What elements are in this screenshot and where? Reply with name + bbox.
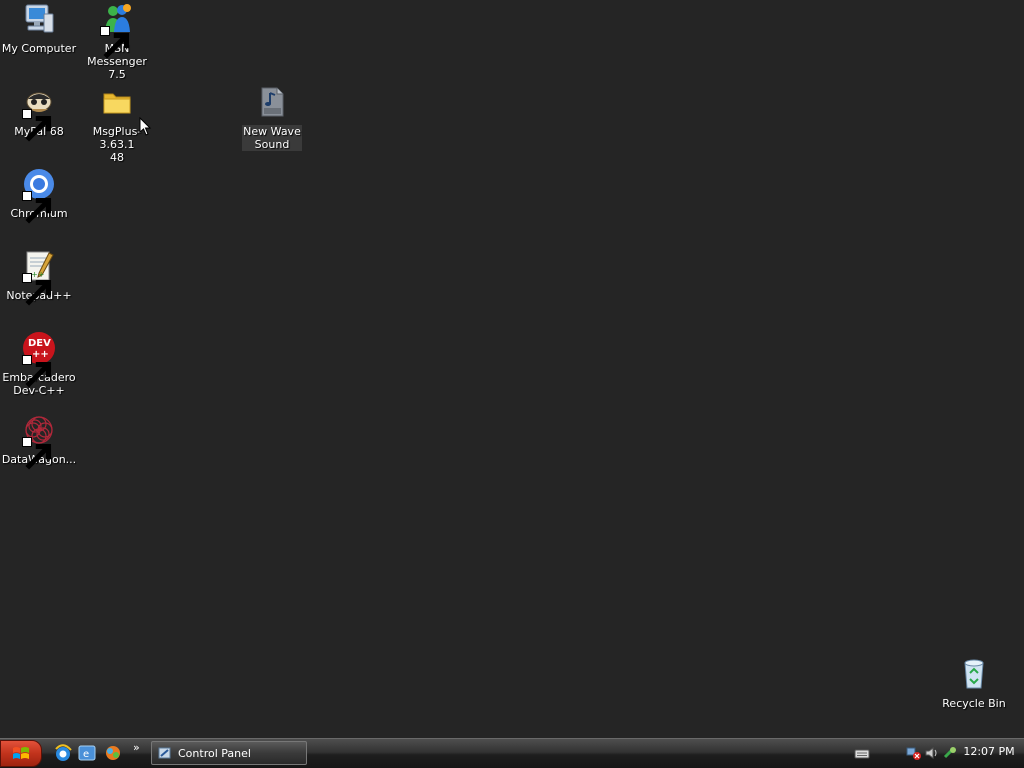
system-clock[interactable]: 12:07 PM <box>960 745 1018 758</box>
start-button[interactable] <box>0 740 42 767</box>
keyboard-tray-icon[interactable] <box>854 743 870 763</box>
mouse-pointer-icon <box>139 117 152 136</box>
internet-explorer-icon <box>55 744 72 761</box>
shortcut-arrow-icon <box>22 355 52 388</box>
desktop-icon-label: Recycle Bin <box>942 697 1006 710</box>
quick-launch-show-desktop[interactable]: e <box>77 743 97 763</box>
desktop-icon-mypal[interactable]: MyPal 68 <box>0 85 78 142</box>
desktop-icon-new-wave-sound[interactable]: New Wave Sound <box>233 85 311 151</box>
wav-file-icon <box>255 85 289 119</box>
desktop-icon-embarcadero-dev-cpp[interactable]: DEV ++ Embarcadero Dev-C++ <box>0 331 78 397</box>
mypal-icon <box>22 85 56 142</box>
show-desktop-icon: e <box>78 745 96 761</box>
desktop-icon-notepad-plus-plus[interactable]: ++ Notepad++ <box>0 249 78 306</box>
svg-text:e: e <box>83 749 89 760</box>
control-panel-icon <box>158 747 171 759</box>
folder-icon <box>100 85 134 119</box>
desktop-icon-label: New Wave Sound <box>242 125 302 151</box>
dev-cpp-icon: DEV ++ <box>22 331 56 388</box>
shortcut-arrow-icon <box>100 26 130 59</box>
volume-tray-icon[interactable] <box>924 743 940 763</box>
shortcut-arrow-icon <box>22 109 52 142</box>
taskbar: e » Control Panel 12:07 PM <box>0 738 1024 768</box>
safely-remove-hardware-tray-icon[interactable] <box>942 743 958 763</box>
windows-logo-icon <box>13 746 29 759</box>
svg-text:DEV: DEV <box>28 338 51 349</box>
quick-launch-internet-explorer[interactable] <box>53 743 73 763</box>
desktop-icon-recycle-bin[interactable]: Recycle Bin <box>935 657 1013 710</box>
network-disconnected-tray-icon[interactable] <box>906 743 922 763</box>
taskbar-button-control-panel[interactable]: Control Panel <box>151 741 307 765</box>
quick-launch-windows-media-player[interactable] <box>103 743 123 763</box>
desktop-icon-msn-messenger[interactable]: MSN Messenger 7.5 <box>78 2 156 81</box>
desktop-icon-label: My Computer <box>1 42 77 55</box>
desktop-icon-my-computer[interactable]: My Computer <box>0 2 78 55</box>
media-player-icon <box>106 746 120 760</box>
shortcut-arrow-icon <box>22 437 52 470</box>
shortcut-arrow-icon <box>22 273 52 306</box>
desktop-icon-chromium[interactable]: Chromium <box>0 167 78 224</box>
taskbar-button-label: Control Panel <box>178 746 251 760</box>
recycle-bin-icon <box>957 657 991 691</box>
datawagon-icon <box>22 413 56 470</box>
shortcut-arrow-icon <box>22 191 52 224</box>
quick-launch-overflow-chevron-icon[interactable]: » <box>133 741 140 754</box>
chromium-icon <box>22 167 56 224</box>
desktop-icon-datawagon[interactable]: DataWagon... <box>0 413 78 470</box>
msn-messenger-icon <box>100 2 134 59</box>
notepad-plus-plus-icon: ++ <box>22 249 56 306</box>
my-computer-icon <box>22 2 56 36</box>
desktop[interactable]: My Computer MSN Messenger 7.5 MyPal 68 M… <box>0 0 1024 738</box>
